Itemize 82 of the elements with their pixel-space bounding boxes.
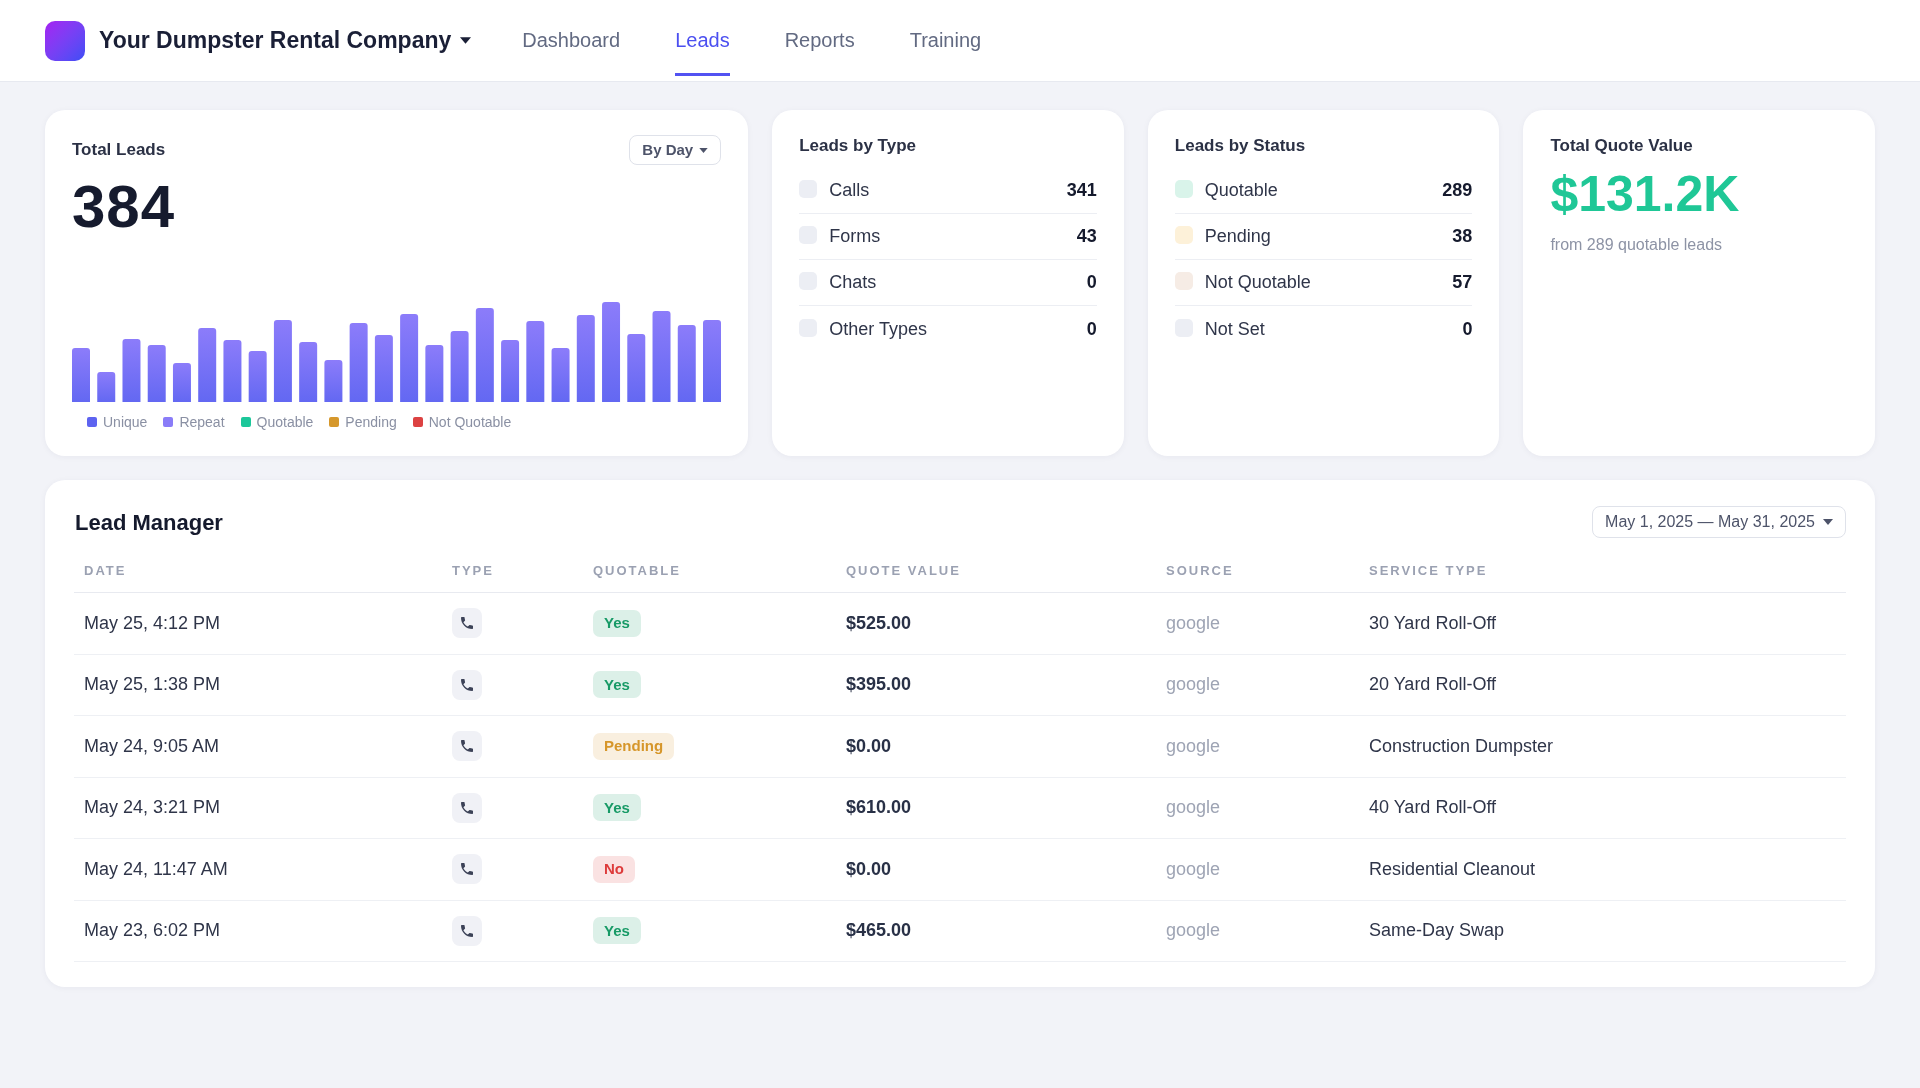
- table-cell: $0.00: [846, 735, 892, 756]
- list-value: 0: [1086, 317, 1097, 341]
- phone-icon: [452, 792, 482, 823]
- phone-icon: [452, 915, 482, 946]
- phone-icon: [452, 608, 482, 639]
- table-cell: google: [1166, 612, 1221, 633]
- caret-down-icon: [1823, 519, 1833, 525]
- phone-icon: [452, 669, 482, 700]
- table-cell: Construction Dumpster: [1369, 735, 1554, 756]
- table-cell: google: [1166, 674, 1221, 695]
- quote-total: $131.2K: [1550, 169, 1741, 219]
- status-badge: Yes: [593, 917, 641, 945]
- column-header: DATE: [84, 563, 127, 578]
- caret-down-icon: [460, 37, 472, 44]
- table-cell: google: [1166, 920, 1221, 941]
- table-cell: google: [1166, 735, 1221, 756]
- table-cell: $395.00: [846, 674, 912, 695]
- status-badge: Yes: [593, 794, 641, 822]
- legend-label: Quotable: [256, 414, 314, 430]
- nav-tab[interactable]: Leads: [675, 0, 730, 76]
- card-title: Leads by Type: [799, 136, 918, 156]
- status-badge: Yes: [593, 671, 641, 699]
- list-label: Forms: [829, 225, 882, 248]
- status-badge: Pending: [593, 732, 675, 760]
- table-cell: May 24, 9:05 AM: [84, 735, 220, 756]
- list-value: 57: [1452, 271, 1473, 294]
- status-badge: No: [593, 855, 635, 883]
- date-range-picker[interactable]: May 1, 2025 — May 31, 2025: [1592, 506, 1846, 538]
- list-value: 0: [1462, 317, 1473, 341]
- card-title: Total Leads: [72, 139, 166, 162]
- table-cell: May 25, 1:38 PM: [84, 674, 221, 695]
- list-label: Not Quotable: [1204, 271, 1312, 294]
- card-title: Total Quote Value: [1550, 136, 1694, 156]
- table-cell: 30 Yard Roll-Off: [1369, 612, 1497, 633]
- phone-icon: [452, 854, 482, 885]
- list-value: 0: [1086, 271, 1097, 294]
- phone-icon: [452, 731, 482, 762]
- table-cell: $610.00: [846, 797, 912, 818]
- table-cell: google: [1166, 797, 1221, 818]
- nav-tab[interactable]: Training: [909, 0, 982, 76]
- section-title: Lead Manager: [74, 508, 223, 537]
- list-value: 43: [1076, 225, 1097, 248]
- list-label: Pending: [1204, 225, 1272, 248]
- card-title: Leads by Status: [1174, 136, 1307, 156]
- table-cell: google: [1166, 858, 1221, 879]
- table-cell: May 24, 3:21 PM: [84, 797, 221, 818]
- table-cell: $525.00: [846, 612, 912, 633]
- column-header: TYPE: [452, 563, 494, 578]
- quote-caption: from 289 quotable leads: [1550, 236, 1724, 254]
- nav-tab[interactable]: Reports: [784, 0, 855, 76]
- period-dropdown[interactable]: By Day: [629, 135, 722, 165]
- list-value: 341: [1066, 179, 1097, 202]
- table-cell: $465.00: [846, 920, 912, 941]
- table-cell: Same-Day Swap: [1369, 920, 1505, 941]
- list-value: 289: [1442, 179, 1473, 202]
- company-switcher[interactable]: Your Dumpster Rental Company: [99, 23, 472, 58]
- table-cell: May 23, 6:02 PM: [84, 920, 221, 941]
- table-cell: $0.00: [846, 858, 892, 879]
- legend-label: Not Quotable: [428, 414, 512, 430]
- table-cell: May 24, 11:47 AM: [84, 858, 228, 879]
- column-header: QUOTE VALUE: [846, 563, 961, 578]
- table-cell: 40 Yard Roll-Off: [1369, 797, 1497, 818]
- list-label: Other Types: [829, 317, 928, 341]
- logo-icon: [45, 20, 85, 61]
- table-cell: 20 Yard Roll-Off: [1369, 674, 1497, 695]
- list-value: 38: [1452, 225, 1473, 248]
- list-label: Calls: [829, 179, 871, 202]
- column-header: SERVICE TYPE: [1369, 563, 1488, 578]
- lead-count: 384: [72, 177, 177, 237]
- table-cell: Residential Cleanout: [1369, 858, 1536, 879]
- column-header: QUOTABLE: [593, 563, 681, 578]
- caret-down-icon: [699, 147, 709, 153]
- status-badge: Yes: [593, 609, 641, 637]
- legend-label: Repeat: [179, 414, 225, 430]
- table-cell: May 25, 4:12 PM: [84, 612, 221, 633]
- list-label: Chats: [829, 271, 878, 294]
- list-label: Not Set: [1204, 317, 1266, 341]
- list-label: Quotable: [1204, 179, 1279, 202]
- column-header: SOURCE: [1166, 563, 1234, 578]
- nav-tab[interactable]: Dashboard: [522, 0, 621, 76]
- legend-label: Pending: [345, 414, 397, 430]
- legend-label: Unique: [103, 414, 148, 430]
